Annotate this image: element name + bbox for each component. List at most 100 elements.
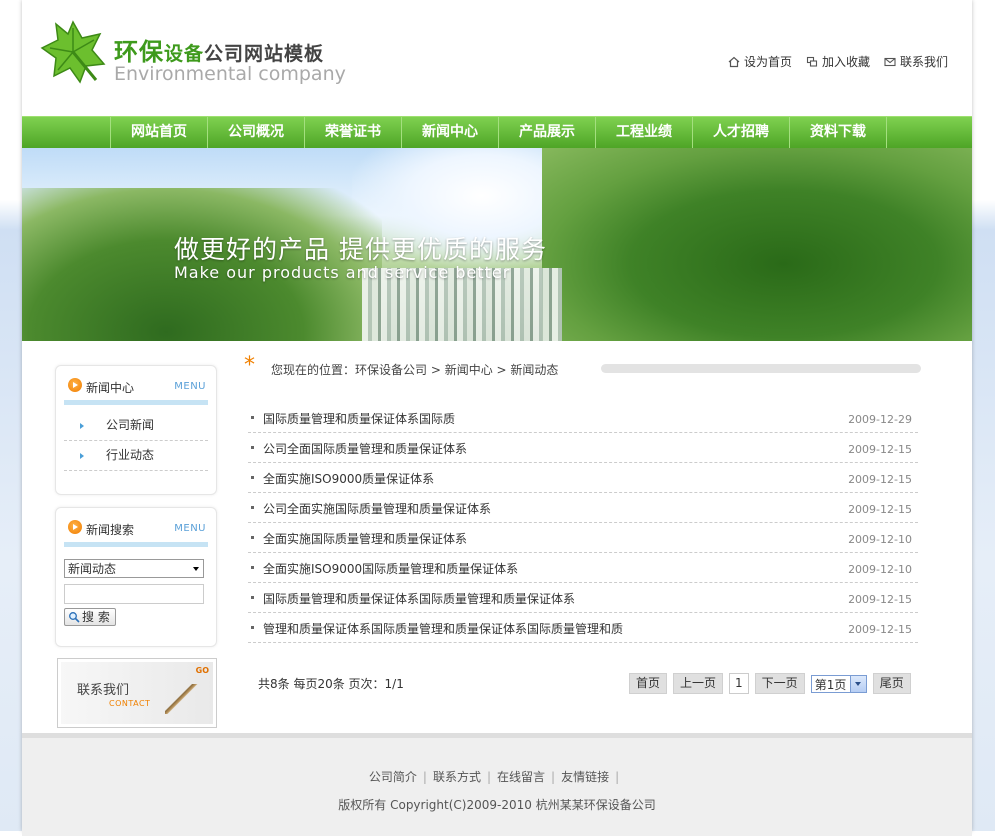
news-title: 公司全面实施国际质量管理和质量保证体系	[263, 502, 492, 516]
sidebar-item-company-news[interactable]: 公司新闻	[64, 411, 208, 441]
contact-us-label: 联系我们	[899, 55, 948, 69]
news-date: 2009-12-10	[848, 563, 912, 576]
footer-link-message[interactable]: 在线留言	[497, 770, 545, 784]
nav-jobs[interactable]: 人才招聘	[692, 117, 789, 148]
search-button[interactable]: 搜 索	[64, 608, 116, 626]
logo-title: 环保设备公司网站模板	[114, 32, 324, 67]
star-icon: *	[244, 353, 255, 378]
last-page-button[interactable]: 尾页	[872, 673, 911, 694]
sidebar-search-title: 新闻搜索	[86, 523, 135, 537]
search-category-select[interactable]: 新闻动态	[64, 559, 204, 578]
sidebar-news-header: 新闻中心 MENU	[64, 366, 208, 405]
nav-news[interactable]: 新闻中心	[401, 117, 498, 148]
news-row[interactable]: 公司全面国际质量管理和质量保证体系 2009-12-15	[248, 433, 918, 463]
sidebar-item-industry-news[interactable]: 行业动态	[64, 441, 208, 471]
prev-page-button[interactable]: 上一页	[673, 673, 724, 694]
sidebar-news-box: 新闻中心 MENU 公司新闻 行业动态	[55, 365, 217, 495]
bullet-icon	[251, 566, 254, 569]
first-page-button[interactable]: 首页	[629, 673, 668, 694]
breadcrumb-divider-bar	[601, 364, 921, 373]
chevron-down-icon	[849, 675, 866, 692]
news-row[interactable]: 管理和质量保证体系国际质量管理和质量保证体系国际质量管理和质 2009-12-15	[248, 613, 918, 643]
contact-title-en: CONTACT	[109, 699, 151, 708]
mail-icon	[884, 57, 896, 66]
news-date: 2009-12-10	[848, 533, 912, 546]
sidebar-news-list: 公司新闻 行业动态	[64, 411, 208, 471]
arrow-right-icon	[80, 453, 84, 459]
breadcrumb-news-center[interactable]: > 新闻中心	[427, 363, 493, 377]
news-date: 2009-12-15	[848, 623, 912, 636]
news-row[interactable]: 国际质量管理和质量保证体系国际质 2009-12-29	[248, 403, 918, 433]
search-input[interactable]	[64, 584, 204, 604]
breadcrumb: * 您现在的位置：环保设备公司 > 新闻中心 > 新闻动态	[244, 353, 944, 378]
banner: 做更好的产品 提供更优质的服务 Make our products and se…	[22, 148, 972, 341]
bullet-icon	[251, 416, 254, 419]
current-page-number[interactable]: 1	[729, 673, 749, 694]
main-nav: 网站首页 公司概况 荣誉证书 新闻中心 产品展示 工程业绩 人才招聘 资料下载	[22, 116, 972, 148]
news-date: 2009-12-15	[848, 443, 912, 456]
news-row[interactable]: 全面实施ISO9000国际质量管理和质量保证体系 2009-12-10	[248, 553, 918, 583]
nav-products[interactable]: 产品展示	[498, 117, 595, 148]
set-homepage-link[interactable]: 设为首页	[728, 53, 792, 70]
news-title: 全面实施ISO9000国际质量管理和质量保证体系	[263, 562, 519, 576]
footer-link-contact[interactable]: 联系方式	[433, 770, 481, 784]
arrow-circle-icon	[68, 520, 82, 534]
news-date: 2009-12-15	[848, 473, 912, 486]
news-title: 国际质量管理和质量保证体系国际质	[263, 412, 456, 426]
sidebar-search-box: 新闻搜索 MENU 新闻动态 搜 索	[55, 507, 217, 647]
news-row[interactable]: 全面实施国际质量管理和质量保证体系 2009-12-10	[248, 523, 918, 553]
footer-copyright: 版权所有 Copyright(C)2009-2010 杭州某某环保设备公司	[338, 798, 656, 812]
set-homepage-label: 设为首页	[743, 55, 792, 69]
footer-separator: |	[486, 770, 491, 784]
pagination: 首页 上一页 1 下一页 第1页 尾页	[629, 673, 911, 694]
page-select[interactable]: 第1页	[810, 674, 867, 693]
add-favorite-label: 加入收藏	[821, 55, 870, 69]
header: 环保设备公司网站模板 Environmental company 设为首页 加入…	[22, 0, 972, 116]
pagination-info: 共8条 每页20条 页次：1/1	[258, 677, 404, 691]
logo-title-main: 环保	[114, 38, 164, 66]
news-date: 2009-12-15	[848, 503, 912, 516]
sidebar-news-title: 新闻中心	[86, 381, 135, 395]
contact-go-label: GO	[195, 666, 209, 675]
next-page-button[interactable]: 下一页	[754, 673, 805, 694]
footer-separator: |	[551, 770, 556, 784]
bullet-icon	[251, 536, 254, 539]
breadcrumb-home[interactable]: 环保设备公司	[355, 363, 427, 377]
news-date: 2009-12-15	[848, 593, 912, 606]
footer-link-about[interactable]: 公司简介	[369, 770, 417, 784]
news-date: 2009-12-29	[848, 413, 912, 426]
arrow-circle-icon	[68, 378, 82, 392]
breadcrumb-text: 您现在的位置：环保设备公司 > 新闻中心 > 新闻动态	[271, 361, 558, 378]
contact-us-link[interactable]: 联系我们	[884, 53, 948, 70]
sidebar-item-label: 行业动态	[106, 448, 155, 462]
nav-honors[interactable]: 荣誉证书	[304, 117, 401, 148]
contact-banner-bg: GO 联系我们 CONTACT	[61, 662, 213, 724]
footer-separator: |	[615, 770, 620, 784]
news-row[interactable]: 国际质量管理和质量保证体系国际质量管理和质量保证体系 2009-12-15	[248, 583, 918, 613]
content-area: 新闻中心 MENU 公司新闻 行业动态 新闻搜索 MENU 新闻动态 搜 索 G…	[22, 341, 972, 733]
bullet-icon	[251, 446, 254, 449]
nav-downloads[interactable]: 资料下载	[789, 117, 887, 148]
banner-slogan-en: Make our products and service better	[174, 263, 511, 282]
magnifier-icon	[69, 612, 80, 623]
add-favorite-link[interactable]: 加入收藏	[806, 53, 870, 70]
logo-title-mid: 设备	[164, 43, 205, 65]
news-row[interactable]: 全面实施ISO9000质量保证体系 2009-12-15	[248, 463, 918, 493]
sidebar-search-menu-label: MENU	[174, 523, 206, 534]
banner-slogan: 做更好的产品 提供更优质的服务	[174, 235, 547, 264]
search-category-value: 新闻动态	[68, 562, 117, 576]
news-row[interactable]: 公司全面实施国际质量管理和质量保证体系 2009-12-15	[248, 493, 918, 523]
favorite-icon	[806, 56, 818, 67]
nav-about[interactable]: 公司概况	[207, 117, 304, 148]
contact-banner[interactable]: GO 联系我们 CONTACT	[57, 658, 217, 728]
footer: 公司简介 | 联系方式 | 在线留言 | 友情链接 | 版权所有 Copyright(C)20…	[22, 733, 972, 836]
nav-projects[interactable]: 工程业绩	[595, 117, 692, 148]
top-links: 设为首页 加入收藏 联系我们	[728, 53, 948, 70]
page-select-value: 第1页	[814, 677, 847, 692]
footer-link-friends[interactable]: 友情链接	[561, 770, 609, 784]
breadcrumb-news-dynamics[interactable]: > 新闻动态	[493, 363, 559, 377]
bullet-icon	[251, 476, 254, 479]
logo[interactable]: 环保设备公司网站模板 Environmental company	[40, 20, 370, 90]
nav-home[interactable]: 网站首页	[110, 117, 207, 148]
page-container: 环保设备公司网站模板 Environmental company 设为首页 加入…	[22, 0, 972, 836]
